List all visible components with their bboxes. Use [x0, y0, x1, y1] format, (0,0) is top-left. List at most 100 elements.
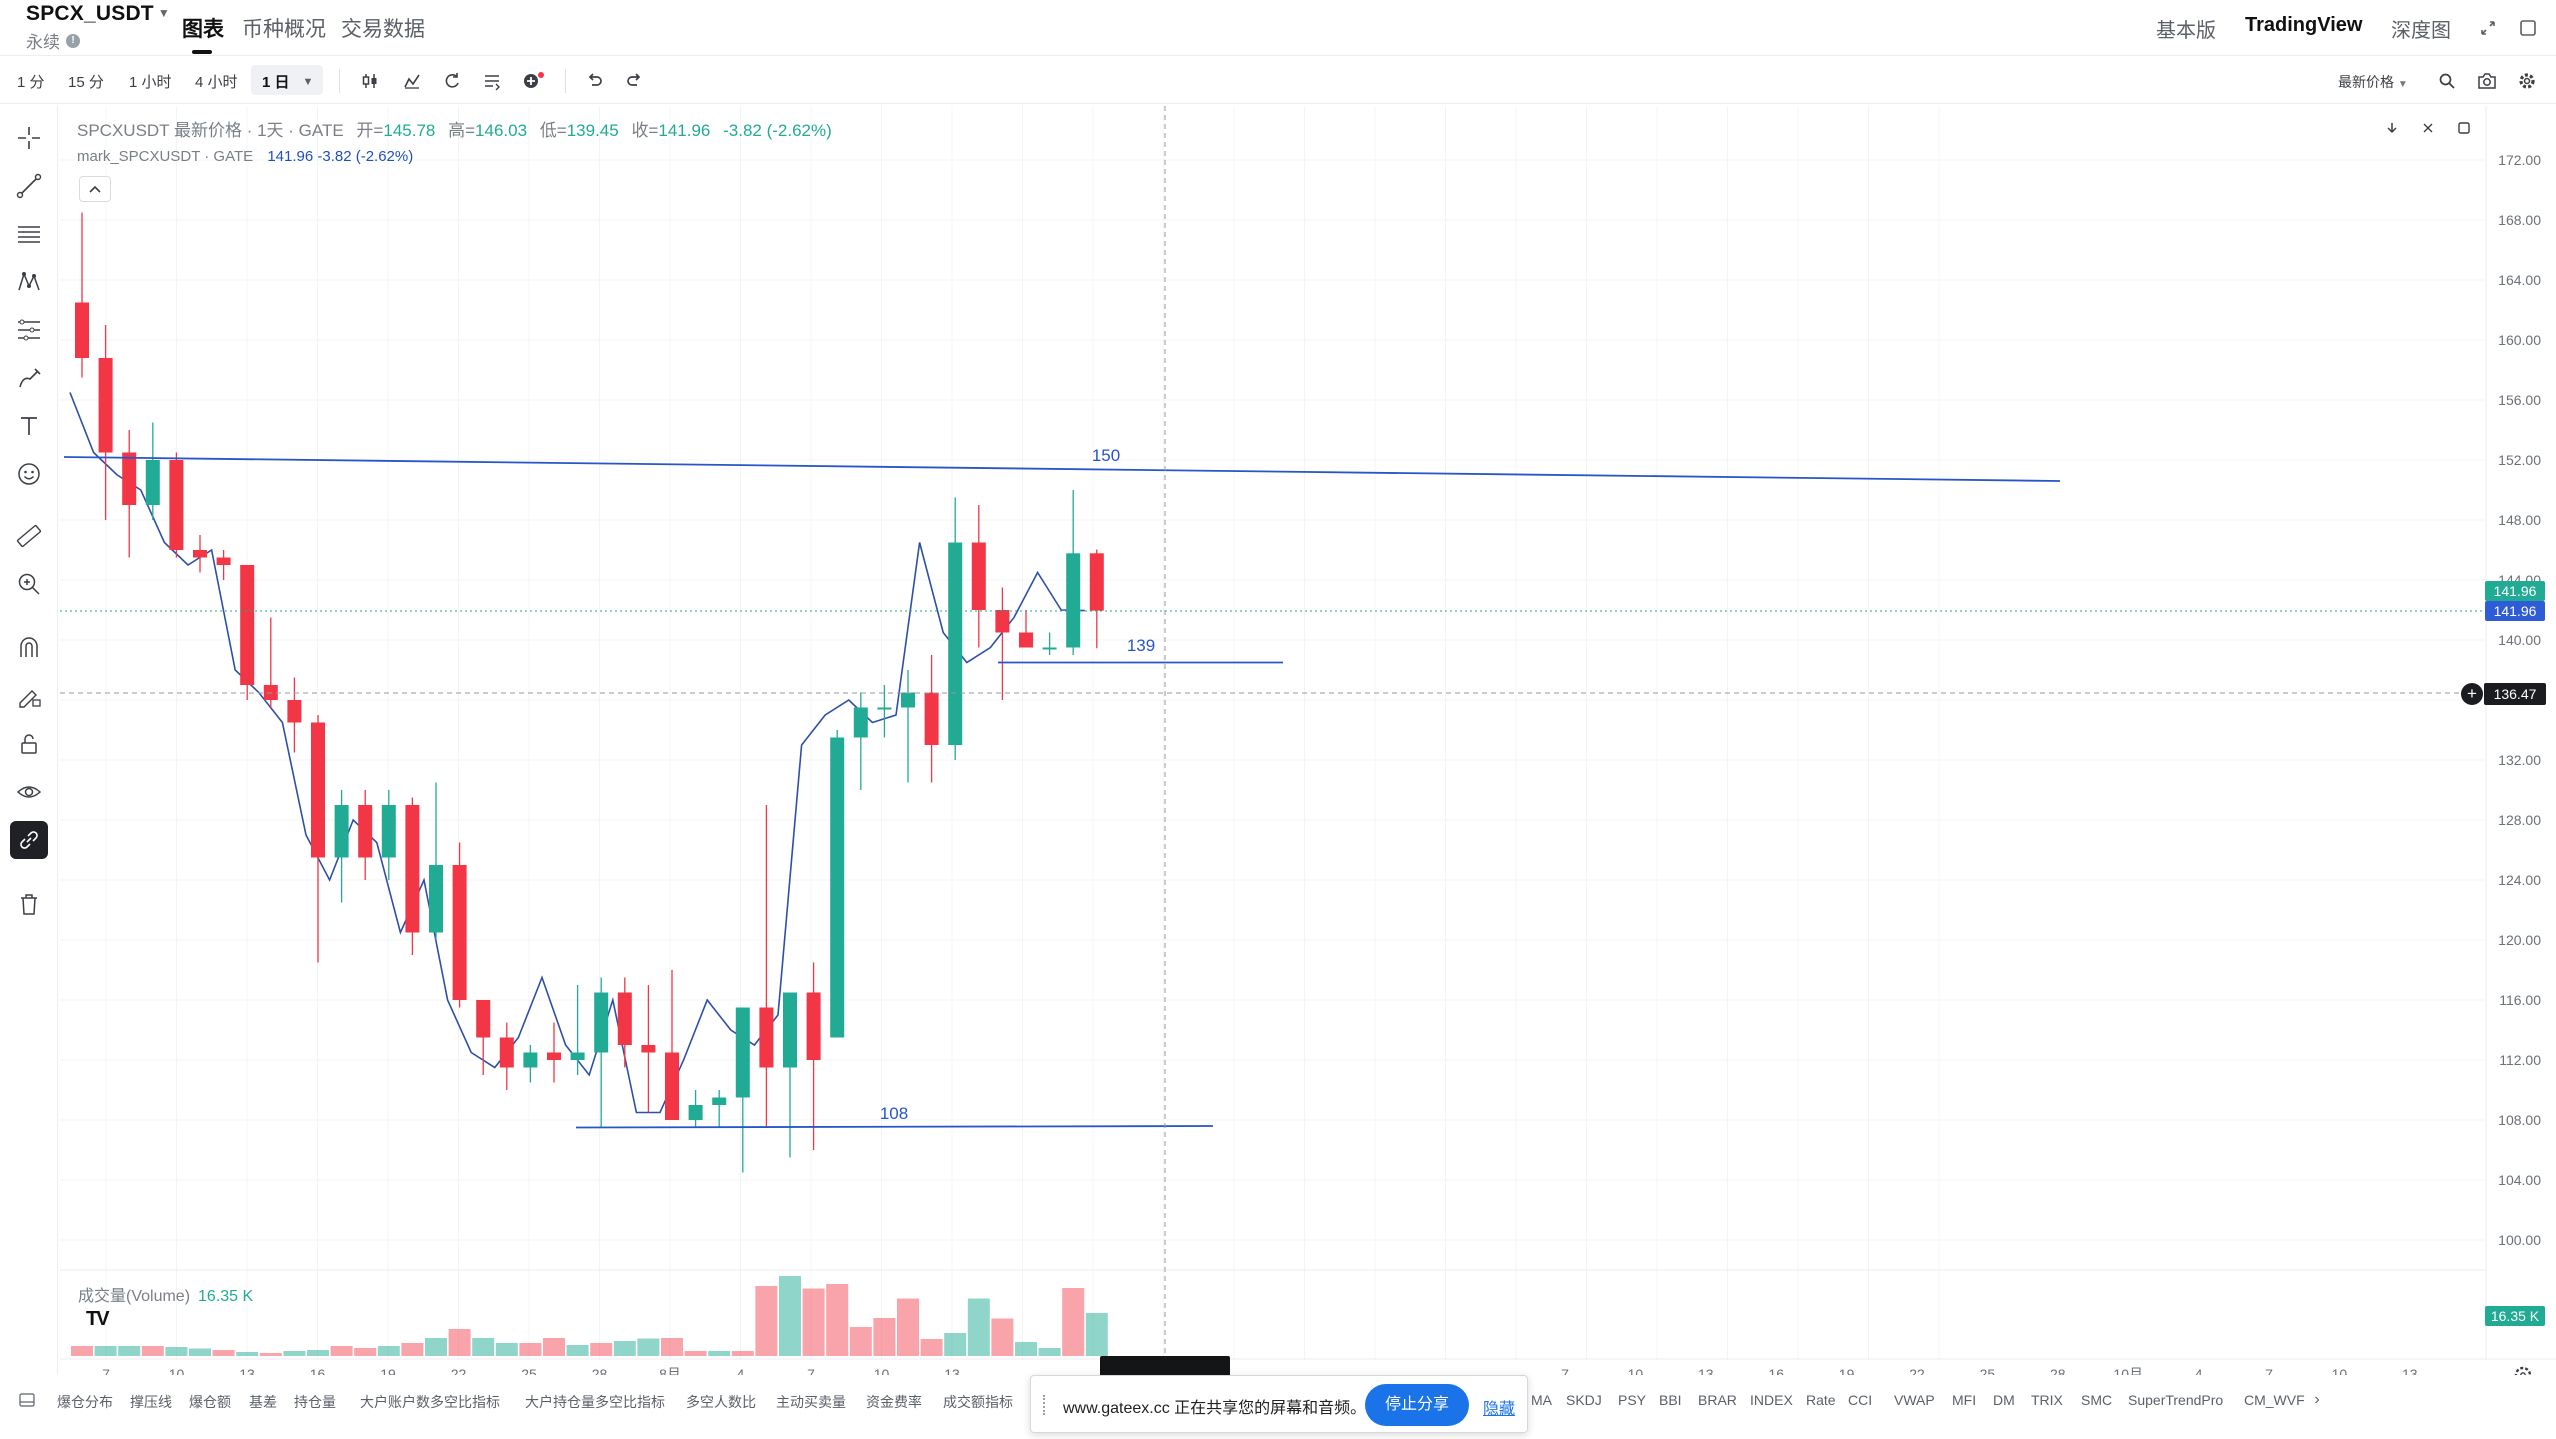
- indicators-icon[interactable]: [400, 69, 424, 93]
- timeframe-15m[interactable]: 15 分: [68, 71, 104, 92]
- candle-body[interactable]: [594, 992, 609, 1053]
- indicator-item[interactable]: 大户账户数多空比指标: [360, 1392, 500, 1412]
- candle-body[interactable]: [358, 805, 373, 858]
- download-icon[interactable]: [2379, 115, 2405, 141]
- candle-body[interactable]: [1019, 632, 1033, 648]
- candle-type-icon[interactable]: [358, 69, 382, 93]
- candle-body[interactable]: [122, 452, 137, 506]
- redo-icon[interactable]: [622, 69, 646, 93]
- candle-body[interactable]: [806, 992, 821, 1061]
- timeframe-4h[interactable]: 4 小时: [195, 71, 238, 92]
- mode-basic[interactable]: 基本版: [2156, 14, 2216, 43]
- eye-icon[interactable]: [10, 773, 48, 811]
- stop-sharing-button[interactable]: 停止分享: [1365, 1384, 1469, 1426]
- candle-body[interactable]: [665, 1052, 679, 1121]
- candle-body[interactable]: [971, 542, 986, 611]
- candle-body[interactable]: [452, 865, 467, 1000]
- indicator-item[interactable]: PSY: [1618, 1392, 1646, 1408]
- panel-icon[interactable]: [17, 1391, 37, 1409]
- candle-body[interactable]: [311, 722, 325, 858]
- tab-trading-data[interactable]: 交易数据: [341, 13, 425, 43]
- candle-body[interactable]: [1042, 647, 1057, 650]
- horizontal-trendline[interactable]: [63, 456, 2061, 482]
- info-icon[interactable]: !: [66, 33, 80, 48]
- chevron-down-icon[interactable]: ▼: [300, 74, 316, 90]
- candle-body[interactable]: [641, 1045, 656, 1053]
- fullscreen-icon[interactable]: [2516, 16, 2540, 40]
- trend-line-tool-icon[interactable]: [10, 167, 48, 205]
- symbol-selector[interactable]: SPCX_USDT ▼ 永续!: [26, 2, 170, 53]
- candle-body[interactable]: [948, 542, 963, 746]
- indicator-item[interactable]: MA: [1531, 1392, 1552, 1408]
- timeframe-1h[interactable]: 1 小时: [129, 71, 172, 92]
- lock-icon[interactable]: [10, 725, 48, 763]
- candle-body[interactable]: [735, 1007, 750, 1098]
- undo-icon[interactable]: [583, 69, 607, 93]
- candle-body[interactable]: [877, 707, 892, 710]
- fib-tool-icon[interactable]: [10, 311, 48, 349]
- indicator-item[interactable]: 撑压线: [130, 1392, 172, 1412]
- timeframe-1m[interactable]: 1 分: [17, 71, 45, 92]
- indicator-item[interactable]: 持仓量: [294, 1392, 336, 1412]
- collapse-arrows-icon[interactable]: [2415, 115, 2441, 141]
- templates-icon[interactable]: [480, 69, 504, 93]
- collapse-legend-button[interactable]: [79, 176, 111, 202]
- search-icon[interactable]: [2435, 69, 2459, 93]
- candle-body[interactable]: [499, 1037, 514, 1068]
- tab-coin-overview[interactable]: 币种概况: [242, 13, 326, 43]
- candle-body[interactable]: [924, 692, 939, 746]
- mode-depth-chart[interactable]: 深度图: [2391, 14, 2451, 43]
- indicator-item[interactable]: 多空人数比: [686, 1392, 756, 1412]
- candle-body[interactable]: [98, 358, 113, 453]
- gear-icon[interactable]: [2515, 69, 2539, 93]
- mode-tradingview[interactable]: TradingView: [2245, 14, 2362, 37]
- add-alert-icon[interactable]: [520, 69, 546, 93]
- price-source-select[interactable]: 最新价格 ▼: [2338, 72, 2408, 92]
- magnet-icon[interactable]: [10, 629, 48, 667]
- indicator-item[interactable]: 大户持仓量多空比指标: [525, 1392, 665, 1412]
- plus-icon[interactable]: +: [2461, 683, 2483, 705]
- brush-tool-icon[interactable]: [10, 359, 48, 397]
- candle-body[interactable]: [169, 460, 184, 550]
- candle-body[interactable]: [75, 302, 89, 359]
- candle-body[interactable]: [1066, 553, 1081, 648]
- candle-body[interactable]: [381, 805, 396, 858]
- candle-body[interactable]: [995, 610, 1010, 633]
- trash-icon[interactable]: [10, 885, 48, 923]
- pattern-tool-icon[interactable]: [10, 263, 48, 301]
- candle-body[interactable]: [240, 565, 255, 685]
- candle-body[interactable]: [688, 1105, 703, 1120]
- candle-body[interactable]: [901, 692, 915, 708]
- indicator-item[interactable]: SMC: [2081, 1392, 2112, 1408]
- candle-body[interactable]: [523, 1052, 538, 1068]
- candle-body[interactable]: [193, 550, 207, 558]
- expand-icon[interactable]: [2476, 16, 2500, 40]
- compare-icon[interactable]: [440, 69, 464, 93]
- drag-handle[interactable]: [1043, 1395, 1049, 1415]
- indicator-item[interactable]: CM_WVF: [2244, 1392, 2305, 1408]
- candle-body[interactable]: [145, 460, 160, 505]
- indicator-item[interactable]: MFI: [1952, 1392, 1976, 1408]
- indicator-item[interactable]: 主动买卖量: [776, 1392, 846, 1412]
- timeframe-1d[interactable]: 1 日: [262, 71, 290, 92]
- lock-drawing-mode-icon[interactable]: [10, 677, 48, 715]
- indicator-item[interactable]: DM: [1993, 1392, 2015, 1408]
- indicator-item[interactable]: 基差: [249, 1392, 277, 1412]
- indicator-item[interactable]: Rate: [1806, 1392, 1836, 1408]
- emoji-tool-icon[interactable]: [10, 455, 48, 493]
- indicator-item[interactable]: 成交额指标: [943, 1392, 1013, 1412]
- candle-body[interactable]: [216, 557, 231, 566]
- indicator-item[interactable]: INDEX: [1750, 1392, 1793, 1408]
- indicator-item[interactable]: SuperTrendPro: [2128, 1392, 2223, 1408]
- candle-body[interactable]: [570, 1052, 585, 1061]
- candle-body[interactable]: [830, 737, 845, 1038]
- tab-chart[interactable]: 图表: [182, 13, 224, 43]
- candle-body[interactable]: [1089, 553, 1104, 611]
- indicator-item[interactable]: VWAP: [1894, 1392, 1935, 1408]
- text-tool-icon[interactable]: [10, 407, 48, 445]
- candle-body[interactable]: [405, 805, 420, 933]
- horizontal-trendline[interactable]: [575, 1125, 1214, 1129]
- hide-link[interactable]: 隐藏: [1483, 1395, 1515, 1419]
- indicator-item[interactable]: 资金费率: [866, 1392, 922, 1412]
- indicator-item[interactable]: 爆仓分布: [57, 1392, 113, 1412]
